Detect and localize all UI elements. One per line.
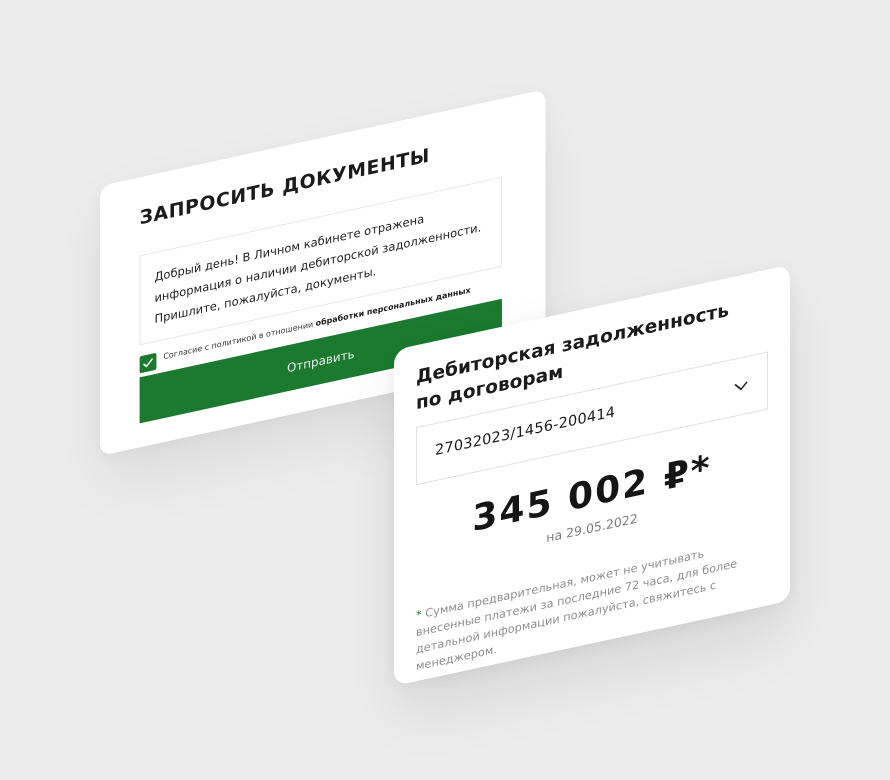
chevron-down-icon <box>734 381 748 391</box>
checkmark-icon <box>142 358 154 368</box>
footnote-text: Сумма предварительная, может не учитыват… <box>416 547 738 674</box>
stage: ЗАПРОСИТЬ ДОКУМЕНТЫ Добрый день! В Лично… <box>0 0 890 780</box>
footnote-star: * <box>416 608 422 623</box>
contract-value: 27032023/1456-200414 <box>435 404 616 460</box>
consent-checkbox[interactable] <box>139 352 157 374</box>
